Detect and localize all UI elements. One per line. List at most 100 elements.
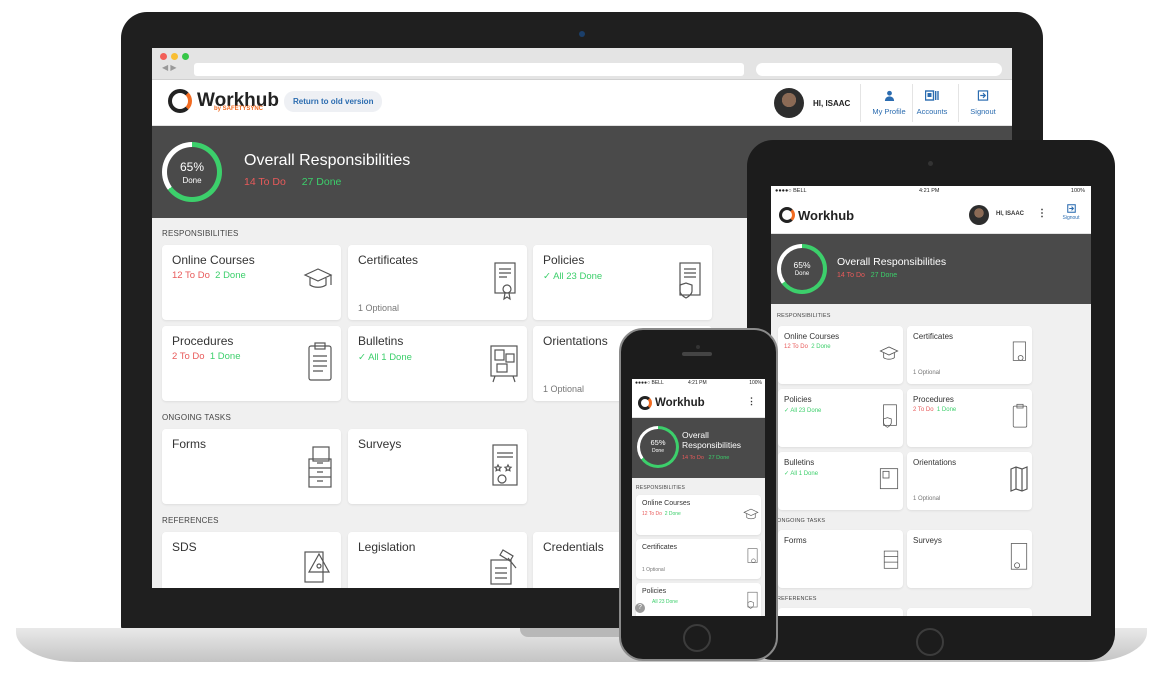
- graduation-cap-icon: [879, 346, 899, 360]
- card-online-courses[interactable]: Online Courses 12 To Do 2 Done: [162, 245, 341, 320]
- progress-ring-center: 65% Done: [781, 248, 823, 290]
- card-surveys[interactable]: Surveys: [348, 429, 527, 504]
- section-ongoing-tasks: ONGOING TASKS: [162, 413, 231, 422]
- card-legislation[interactable]: [907, 608, 1032, 616]
- section-responsibilities: RESPONSIBILITIES: [636, 485, 686, 491]
- card-done: 2 Done: [215, 270, 246, 281]
- workhub-logo[interactable]: Workhub: [638, 396, 705, 410]
- phone-home-button[interactable]: [683, 624, 711, 652]
- summary-todo[interactable]: 14 To Do: [837, 272, 865, 279]
- section-ongoing-tasks: ONGOING TASKS: [777, 518, 826, 524]
- certificate-icon: [1012, 341, 1026, 361]
- signout-label: Signout: [1062, 215, 1080, 221]
- phone-speaker: [682, 352, 712, 356]
- card-title: Bulletins: [784, 458, 815, 467]
- card-title: Online Courses: [642, 500, 691, 507]
- status-time: 4:21 PM: [919, 188, 940, 194]
- card-online-courses[interactable]: Online Courses 12 To Do 2 Done: [636, 495, 761, 535]
- progress-percent: 65%: [793, 260, 811, 270]
- browser-search-input[interactable]: [756, 63, 1002, 76]
- card-certificates[interactable]: Certificates 1 Optional: [348, 245, 527, 320]
- card-surveys[interactable]: Surveys: [907, 530, 1032, 588]
- maximize-dot-icon[interactable]: [182, 53, 189, 60]
- avatar[interactable]: [774, 88, 804, 118]
- summary-done[interactable]: 27 Done: [709, 455, 730, 461]
- card-forms[interactable]: Forms: [778, 530, 903, 588]
- card-title: Forms: [784, 536, 807, 545]
- address-bar[interactable]: [194, 63, 744, 76]
- card-done: 2 Done: [811, 344, 831, 350]
- card-legislation[interactable]: Legislation: [348, 532, 527, 588]
- card-title: Credentials: [543, 540, 604, 554]
- card-title: Policies: [784, 395, 812, 404]
- accounts-button[interactable]: Accounts: [907, 90, 957, 116]
- signout-button[interactable]: Signout: [958, 90, 1008, 116]
- progress-percent: 65%: [650, 438, 666, 447]
- summary-banner: 65% Done Overall Responsibilities 14 To …: [632, 418, 765, 478]
- card-bulletins[interactable]: Bulletins ✓ All 1 Done: [778, 452, 903, 510]
- gavel-icon: [490, 549, 517, 585]
- card-policies[interactable]: Policies ✓ All 23 Done: [533, 245, 712, 320]
- summary-done[interactable]: 27 Done: [871, 272, 897, 279]
- card-status: 12 To Do 2 Done: [642, 511, 681, 517]
- header-divider: [860, 84, 861, 122]
- card-done: ✓ All 23 Done: [543, 271, 603, 282]
- summary-title-line1: Overall: [682, 430, 709, 440]
- card-title: Forms: [172, 437, 206, 451]
- card-title: Policies: [543, 253, 585, 267]
- more-menu-icon[interactable]: ⋮: [747, 396, 756, 407]
- signout-icon: [1066, 204, 1076, 213]
- card-procedures[interactable]: Procedures 2 To Do 1 Done: [162, 326, 341, 401]
- old-version-button[interactable]: Return to old version: [284, 91, 383, 112]
- progress-done-word: Done: [652, 448, 664, 454]
- card-title: Certificates: [913, 332, 954, 341]
- card-todo: 2 To Do: [913, 407, 934, 413]
- card-bulletins[interactable]: Bulletins ✓ All 1 Done: [348, 326, 527, 401]
- bulletin-board-icon: [490, 345, 518, 383]
- card-policies[interactable]: Policies All 23 Done: [636, 583, 761, 616]
- hazard-icon: [304, 551, 331, 583]
- card-status: 2 To Do 1 Done: [913, 407, 956, 413]
- card-title: Certificates: [642, 544, 678, 551]
- progress-ring-center: 65% Done: [640, 429, 676, 465]
- greeting: HI, ISAAC: [813, 99, 851, 108]
- progress-ring-center: 65% Done: [167, 147, 217, 197]
- phone-app-header: Workhub ⋮: [632, 388, 765, 418]
- card-policies[interactable]: Policies ✓ All 23 Done: [778, 389, 903, 447]
- card-procedures[interactable]: Procedures 2 To Do 1 Done: [907, 389, 1032, 447]
- signout-button[interactable]: Signout: [1055, 204, 1087, 221]
- signout-icon: [958, 90, 1008, 104]
- status-carrier: ●●●●○ BELL: [775, 188, 807, 194]
- help-icon[interactable]: ?: [635, 603, 645, 613]
- section-references: REFERENCES: [162, 516, 219, 525]
- status-time: 4:21 PM: [688, 380, 707, 386]
- card-sds[interactable]: SDS: [162, 532, 341, 588]
- avatar[interactable]: [969, 205, 989, 225]
- card-forms[interactable]: Forms: [162, 429, 341, 504]
- tablet-app-header: Workhub HI, ISAAC ⋮ Signout: [771, 196, 1091, 234]
- progress-percent: 65%: [179, 160, 205, 174]
- summary-todo[interactable]: 14 To Do: [244, 176, 286, 188]
- policy-shield-icon: [883, 404, 897, 428]
- card-title: Surveys: [913, 536, 942, 545]
- tablet-screen: ●●●●○ BELL 4:21 PM 100% Workhub HI, ISAA…: [771, 186, 1091, 616]
- card-online-courses[interactable]: Online Courses 12 To Do 2 Done: [778, 326, 903, 384]
- workhub-logo[interactable]: Workhub: [779, 207, 854, 223]
- brand-name: Workhub: [655, 397, 705, 409]
- summary-todo[interactable]: 14 To Do: [682, 455, 704, 461]
- card-optional: 1 Optional: [543, 384, 585, 394]
- card-orientations[interactable]: Orientations 1 Optional: [907, 452, 1032, 510]
- minimize-dot-icon[interactable]: [171, 53, 178, 60]
- browser-nav-arrows-icon[interactable]: ◀ ▶: [162, 63, 177, 72]
- card-certificates[interactable]: Certificates 1 Optional: [636, 539, 761, 579]
- card-certificates[interactable]: Certificates 1 Optional: [907, 326, 1032, 384]
- card-title: Certificates: [358, 253, 419, 267]
- summary-done[interactable]: 27 Done: [302, 176, 342, 188]
- card-sds[interactable]: [778, 608, 903, 616]
- more-menu-icon[interactable]: ⋮: [1037, 208, 1047, 219]
- graduation-cap-icon: [303, 268, 333, 288]
- card-title: Legislation: [358, 540, 416, 554]
- progress-ring: 65% Done: [637, 426, 679, 468]
- tablet-home-button[interactable]: [916, 628, 944, 656]
- close-dot-icon[interactable]: [160, 53, 167, 60]
